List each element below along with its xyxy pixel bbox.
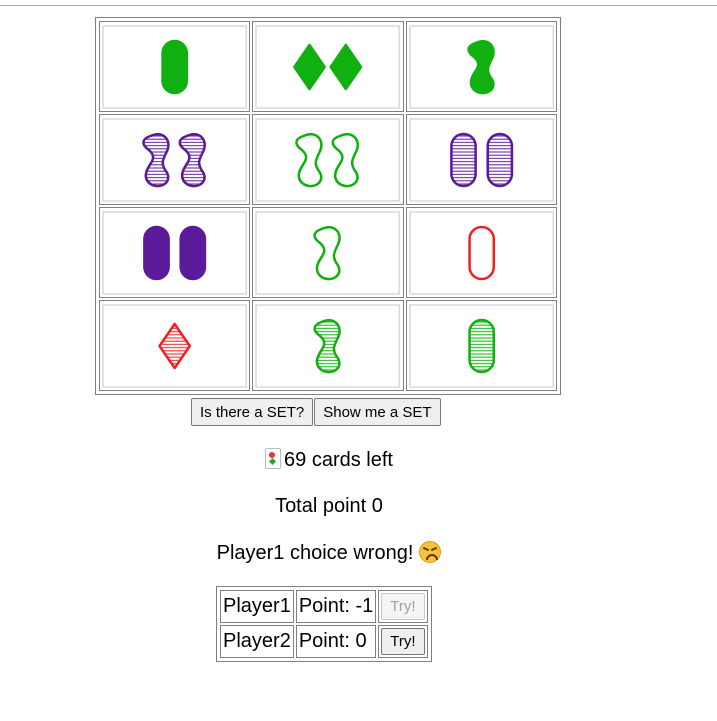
set-card[interactable] — [407, 302, 556, 390]
card-symbol — [486, 132, 513, 187]
set-card[interactable] — [100, 302, 249, 390]
player-row: Player2 Point: 0 Try! — [220, 625, 428, 658]
cards-left-line: 69 cards left — [0, 448, 658, 472]
total-point-text: Total point 0 — [275, 495, 383, 517]
player-points: Point: -1 — [295, 590, 377, 623]
show-set-button[interactable]: Show me a SET — [314, 398, 441, 426]
card-slot[interactable] — [252, 207, 404, 298]
card-slot[interactable] — [99, 300, 251, 391]
try-button[interactable]: Try! — [381, 593, 425, 620]
card-symbol — [179, 225, 207, 280]
set-card[interactable] — [100, 209, 249, 297]
set-card[interactable] — [253, 302, 402, 390]
card-symbol — [467, 318, 495, 373]
card-slot[interactable] — [99, 207, 251, 298]
message-text: Player1 choice wrong! — [216, 542, 414, 564]
card-symbol — [161, 39, 189, 94]
players-table: Player1 Point: -1 Try! Player2 Point: 0 … — [216, 586, 432, 662]
try-cell: Try! — [378, 590, 428, 623]
try-cell: Try! — [378, 625, 428, 658]
card-board — [95, 17, 561, 395]
message-line: Player1 choice wrong! — [0, 541, 658, 565]
card-slot[interactable] — [405, 207, 557, 298]
set-card[interactable] — [407, 116, 556, 204]
card-slot[interactable] — [405, 21, 557, 112]
set-card[interactable] — [253, 116, 402, 204]
card-slot[interactable] — [252, 21, 404, 112]
player-name: Player1 — [220, 590, 294, 623]
card-slot[interactable] — [405, 114, 557, 205]
card-slot[interactable] — [252, 300, 404, 391]
set-card[interactable] — [100, 116, 249, 204]
set-card[interactable] — [253, 209, 402, 297]
try-button[interactable]: Try! — [381, 628, 425, 655]
player-row: Player1 Point: -1 Try! — [220, 590, 428, 623]
card-slot[interactable] — [99, 114, 251, 205]
top-divider — [0, 5, 717, 6]
card-symbol — [467, 225, 495, 280]
card-symbol — [143, 225, 170, 280]
set-card[interactable] — [407, 23, 556, 111]
confounded-face-icon — [419, 541, 442, 563]
card-slot[interactable] — [405, 300, 557, 391]
set-card[interactable] — [407, 209, 556, 297]
set-card[interactable] — [253, 23, 402, 111]
control-buttons: Is there a SET? Show me a SET — [191, 398, 441, 426]
card-symbol — [449, 132, 477, 187]
set-card[interactable] — [100, 23, 249, 111]
playing-card-icon — [265, 448, 282, 469]
player-points: Point: 0 — [295, 625, 377, 658]
card-slot[interactable] — [99, 21, 251, 112]
is-there-set-button[interactable]: Is there a SET? — [191, 398, 314, 426]
card-slot[interactable] — [252, 114, 404, 205]
player-name: Player2 — [220, 625, 294, 658]
cards-left-text: 69 cards left — [284, 449, 393, 471]
